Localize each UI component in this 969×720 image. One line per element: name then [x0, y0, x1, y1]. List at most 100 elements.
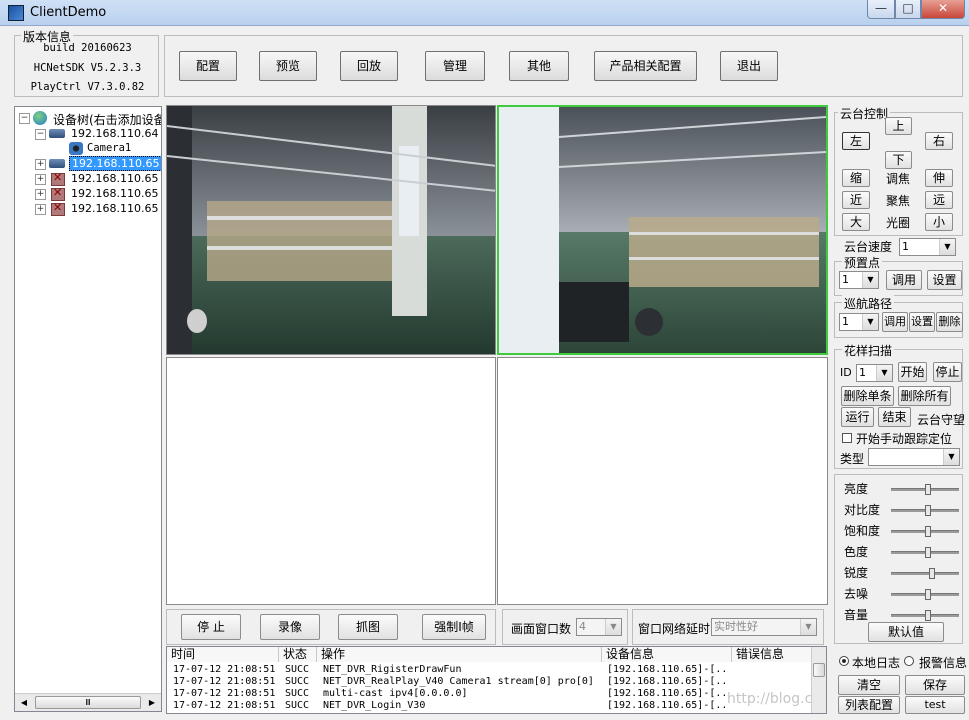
manual-track-checkbox[interactable] — [842, 433, 852, 443]
log-list[interactable]: 时间 状态 操作 设备信息 错误信息 17-07-12 21:08:51 SUC… — [166, 646, 827, 714]
slider-thumb[interactable] — [925, 484, 931, 495]
cruise-group: 巡航路径 1 ▼ 调用 设置 删除 — [834, 295, 963, 338]
image-param-slider[interactable] — [891, 589, 959, 600]
video-window-1[interactable] — [166, 105, 496, 355]
log-column-operation[interactable]: 操作 — [317, 647, 602, 662]
save-log-button[interactable]: 保存 — [905, 675, 965, 695]
ptz-up-button[interactable]: 上 — [885, 117, 912, 135]
log-operation: NET_DVR_RealPlay_V40 Camera1 stream[0] p… — [323, 676, 594, 687]
pattern-id-select[interactable]: 1 ▼ — [856, 364, 893, 382]
tree-horizontal-scrollbar[interactable]: ◀ Ⅲ ▶ — [15, 693, 161, 711]
window-title: ClientDemo — [30, 5, 107, 20]
latency-select[interactable]: 实时性好 ▼ — [711, 618, 817, 636]
list-config-button[interactable]: 列表配置 — [838, 696, 900, 714]
ptz-speed-select[interactable]: 1 ▼ — [899, 238, 956, 256]
delete-single-button[interactable]: 删除单条 — [841, 386, 894, 406]
preset-set-button[interactable]: 设置 — [927, 270, 962, 290]
image-param-label: 音量 — [844, 608, 869, 622]
minimize-button[interactable]: — — [867, 0, 895, 19]
log-column-device[interactable]: 设备信息 — [602, 647, 732, 662]
image-param-slider[interactable] — [891, 484, 959, 495]
ptz-down-button[interactable]: 下 — [885, 151, 912, 169]
expand-icon[interactable]: + — [35, 189, 46, 200]
expand-icon[interactable]: + — [35, 159, 46, 170]
offline-device-icon — [51, 171, 65, 186]
slider-thumb[interactable] — [925, 505, 931, 516]
iris-open-button[interactable]: 大 — [842, 213, 870, 231]
expand-icon[interactable]: + — [35, 174, 46, 185]
video-window-2-active[interactable] — [497, 105, 828, 355]
scroll-thumb[interactable] — [813, 663, 825, 677]
globe-icon — [33, 111, 47, 125]
default-values-button[interactable]: 默认值 — [868, 622, 944, 642]
close-button[interactable]: ✕ — [921, 0, 965, 19]
pattern-stop-button[interactable]: 停止 — [933, 362, 962, 382]
video-window-3[interactable] — [166, 357, 496, 605]
record-button[interactable]: 录像 — [260, 614, 320, 640]
slider-thumb[interactable] — [925, 610, 931, 621]
window-count-select[interactable]: 4 ▼ — [576, 618, 622, 636]
video-window-4[interactable] — [497, 357, 828, 605]
type-select[interactable]: ▼ — [868, 448, 960, 466]
tree-node-label: 192.168.110.65 — [71, 202, 159, 215]
capture-button[interactable]: 抓图 — [338, 614, 398, 640]
image-param-slider[interactable] — [891, 526, 959, 537]
tree-root-label: 设备树(右击添加设备 — [53, 113, 162, 127]
cruise-set-button[interactable]: 设置 — [909, 312, 935, 332]
image-param-slider[interactable] — [891, 547, 959, 558]
slider-thumb[interactable] — [925, 589, 931, 600]
alarm-info-radio[interactable] — [904, 656, 914, 666]
product-config-button[interactable]: 产品相关配置 — [594, 51, 697, 81]
preset-call-button[interactable]: 调用 — [886, 270, 922, 290]
focus-far-button[interactable]: 远 — [925, 191, 953, 209]
focus-near-button[interactable]: 近 — [842, 191, 870, 209]
cruise-call-button[interactable]: 调用 — [882, 312, 908, 332]
manage-button[interactable]: 管理 — [425, 51, 485, 81]
clear-log-button[interactable]: 清空 — [838, 675, 900, 695]
image-param-slider[interactable] — [891, 505, 959, 516]
config-button[interactable]: 配置 — [179, 51, 237, 81]
ptz-right-button[interactable]: 右 — [925, 132, 953, 150]
scroll-left-icon[interactable]: ◀ — [17, 696, 31, 709]
slider-thumb[interactable] — [929, 568, 935, 579]
pattern-start-button[interactable]: 开始 — [898, 362, 927, 382]
slider-thumb[interactable] — [925, 547, 931, 558]
preview-button[interactable]: 预览 — [259, 51, 317, 81]
delete-all-button[interactable]: 删除所有 — [898, 386, 951, 406]
scroll-right-icon[interactable]: ▶ — [145, 696, 159, 709]
maximize-button[interactable]: □ — [895, 0, 921, 19]
pattern-end-button[interactable]: 结束 — [878, 407, 911, 427]
playctrl-version-text: PlayCtrl V7.3.0.82 — [30, 81, 145, 93]
ptz-left-button[interactable]: 左 — [842, 132, 870, 150]
zoom-out-button[interactable]: 缩 — [842, 169, 870, 187]
other-button[interactable]: 其他 — [509, 51, 569, 81]
image-param-slider[interactable] — [891, 610, 959, 621]
stop-button[interactable]: 停 止 — [181, 614, 241, 640]
local-log-radio[interactable] — [839, 656, 849, 666]
log-time: 17-07-12 21:08:51 — [173, 664, 276, 675]
zoom-in-button[interactable]: 伸 — [925, 169, 953, 187]
ptz-guard-label[interactable]: 云台守望 — [917, 411, 965, 428]
playback-button[interactable]: 回放 — [340, 51, 398, 81]
cruise-delete-button[interactable]: 删除 — [936, 312, 963, 332]
cruise-select[interactable]: 1 ▼ — [839, 313, 879, 331]
pattern-run-button[interactable]: 运行 — [841, 407, 874, 427]
log-column-status[interactable]: 状态 — [279, 647, 317, 662]
image-param-slider[interactable] — [891, 568, 959, 579]
log-options-panel: 本地日志 报警信息 清空 保存 列表配置 test — [834, 652, 969, 720]
device-tree[interactable]: − 设备树(右击添加设备 − 192.168.110.64 Camera1 + … — [14, 106, 162, 712]
scroll-thumb[interactable]: Ⅲ — [35, 696, 141, 709]
slider-thumb[interactable] — [925, 526, 931, 537]
expand-icon[interactable]: + — [35, 204, 46, 215]
force-iframe-button[interactable]: 强制I帧 — [422, 614, 486, 640]
iris-close-button[interactable]: 小 — [925, 213, 953, 231]
preset-select[interactable]: 1 ▼ — [839, 271, 879, 289]
log-vertical-scrollbar[interactable] — [811, 647, 826, 713]
test-button[interactable]: test — [905, 696, 965, 714]
chevron-down-icon: ▼ — [862, 314, 878, 330]
collapse-icon[interactable]: − — [35, 129, 46, 140]
collapse-icon[interactable]: − — [19, 113, 30, 124]
log-column-time[interactable]: 时间 — [167, 647, 279, 662]
log-column-error[interactable]: 错误信息 — [732, 647, 812, 662]
exit-button[interactable]: 退出 — [720, 51, 778, 81]
